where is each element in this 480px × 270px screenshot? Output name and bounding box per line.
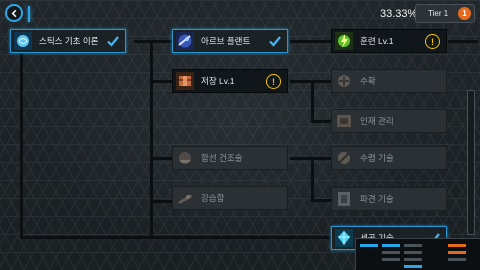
tech-node-training[interactable]: 훈련 Lv.1 ! <box>331 29 447 53</box>
minimap-node <box>404 244 422 247</box>
node-label: 수렵 기술 <box>360 153 394 163</box>
crafting-crystal-icon <box>333 227 355 249</box>
talent-icon <box>333 110 355 132</box>
tree-scrollbar[interactable] <box>467 90 475 235</box>
tech-node-storage[interactable]: 저장 Lv.1 ! <box>172 69 288 93</box>
tech-node-suhyup-tech[interactable]: 수렵 기술 <box>331 146 447 170</box>
back-button[interactable] <box>5 4 23 22</box>
tech-node-salvage-tech[interactable]: 파견 기술 <box>331 187 447 211</box>
minimap-node <box>448 258 466 261</box>
brain-icon <box>12 30 34 52</box>
tier-label: Tier 1 <box>428 9 449 18</box>
dispatch-icon <box>333 188 355 210</box>
alert-icon: ! <box>425 34 440 49</box>
minimap-node <box>404 251 422 254</box>
tech-node-warship-build[interactable]: 함선 건조술 <box>172 146 288 170</box>
minimap-node <box>404 265 422 268</box>
assault-ship-icon <box>174 187 196 209</box>
minimap-node <box>382 251 400 254</box>
tech-node-suhak[interactable]: 수확 <box>331 69 447 93</box>
harvest-icon <box>333 70 355 92</box>
progress-percent: 33.33% <box>380 8 418 20</box>
plant-orb-icon <box>174 30 196 52</box>
node-label: 파견 기술 <box>360 194 394 204</box>
checkmark-icon <box>269 36 281 47</box>
node-label: 수확 <box>360 76 376 86</box>
tier-selector[interactable]: Tier 1 1 <box>415 4 475 23</box>
node-label: 강습함 <box>201 193 225 203</box>
node-label: 스틱스 기초 이론 <box>39 36 99 46</box>
minimap-node <box>448 251 466 254</box>
hunting-icon <box>333 147 355 169</box>
tech-node-arb-plant[interactable]: 아르브 플랜트 <box>172 29 288 53</box>
checkmark-icon <box>107 36 119 47</box>
node-label: 함선 건조술 <box>201 153 243 163</box>
tier-badge: 1 <box>458 7 471 20</box>
node-label: 인재 관리 <box>360 116 394 126</box>
ship-icon <box>174 147 196 169</box>
training-lightning-icon <box>333 30 355 52</box>
tree-minimap[interactable] <box>355 238 480 270</box>
node-label: 아르브 플랜트 <box>201 36 251 46</box>
tech-node-talent-mgmt[interactable]: 인재 관리 <box>331 109 447 133</box>
minimap-node <box>404 258 422 261</box>
tech-node-strong-ship[interactable]: 강습함 <box>172 186 288 210</box>
minimap-node <box>360 244 378 247</box>
node-label: 훈련 Lv.1 <box>360 36 394 46</box>
tech-node-styx-basic[interactable]: 스틱스 기초 이론 <box>10 29 126 53</box>
minimap-node <box>382 244 400 247</box>
storage-crate-icon <box>174 70 196 92</box>
alert-icon: ! <box>266 74 281 89</box>
node-label: 저장 Lv.1 <box>201 76 235 86</box>
minimap-node <box>382 258 400 261</box>
chevron-left-icon <box>11 9 16 17</box>
minimap-node <box>448 244 466 247</box>
